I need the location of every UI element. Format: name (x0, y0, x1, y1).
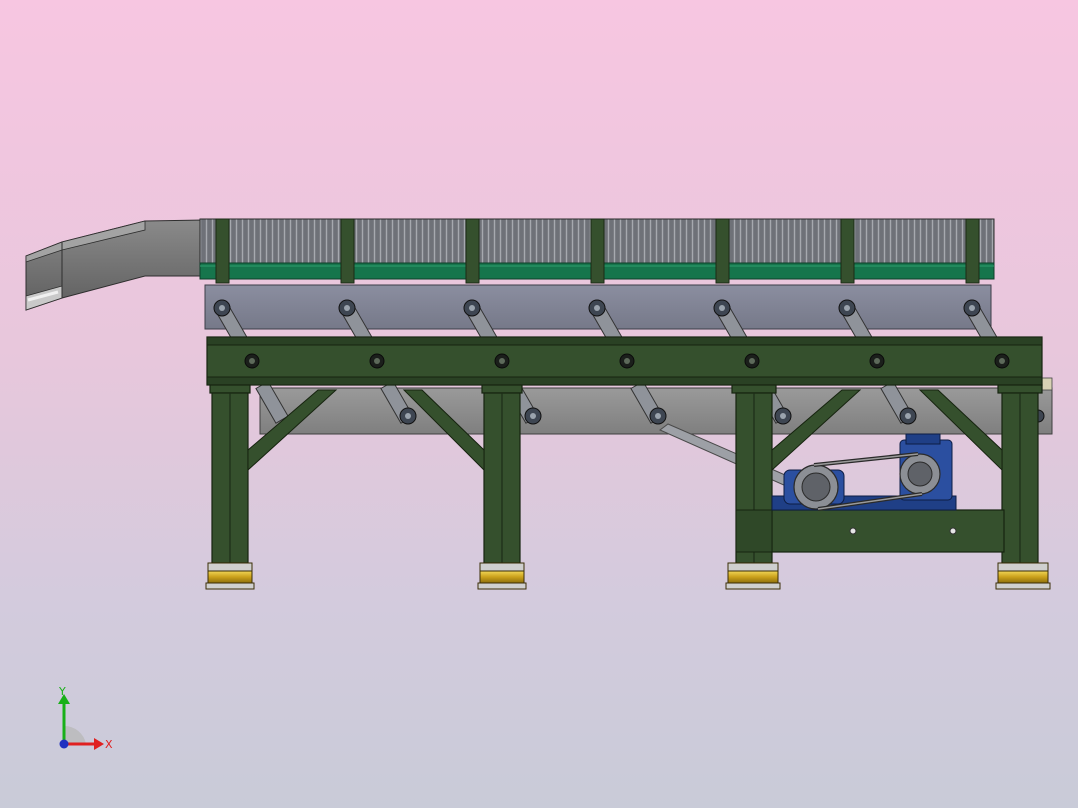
leveling-feet (205, 562, 1051, 590)
discharge-chute (25, 219, 205, 311)
coordinate-triad: Y X (58, 686, 113, 751)
main-frame-beam (206, 336, 1043, 386)
triad-x-label: X (105, 738, 113, 751)
triad-z-axis-icon (59, 739, 69, 749)
motor-base-frame (735, 509, 1005, 553)
triad-x-arrow-icon (94, 738, 104, 750)
triad-y-label: Y (58, 686, 66, 698)
model-viewport[interactable] (0, 0, 1078, 808)
